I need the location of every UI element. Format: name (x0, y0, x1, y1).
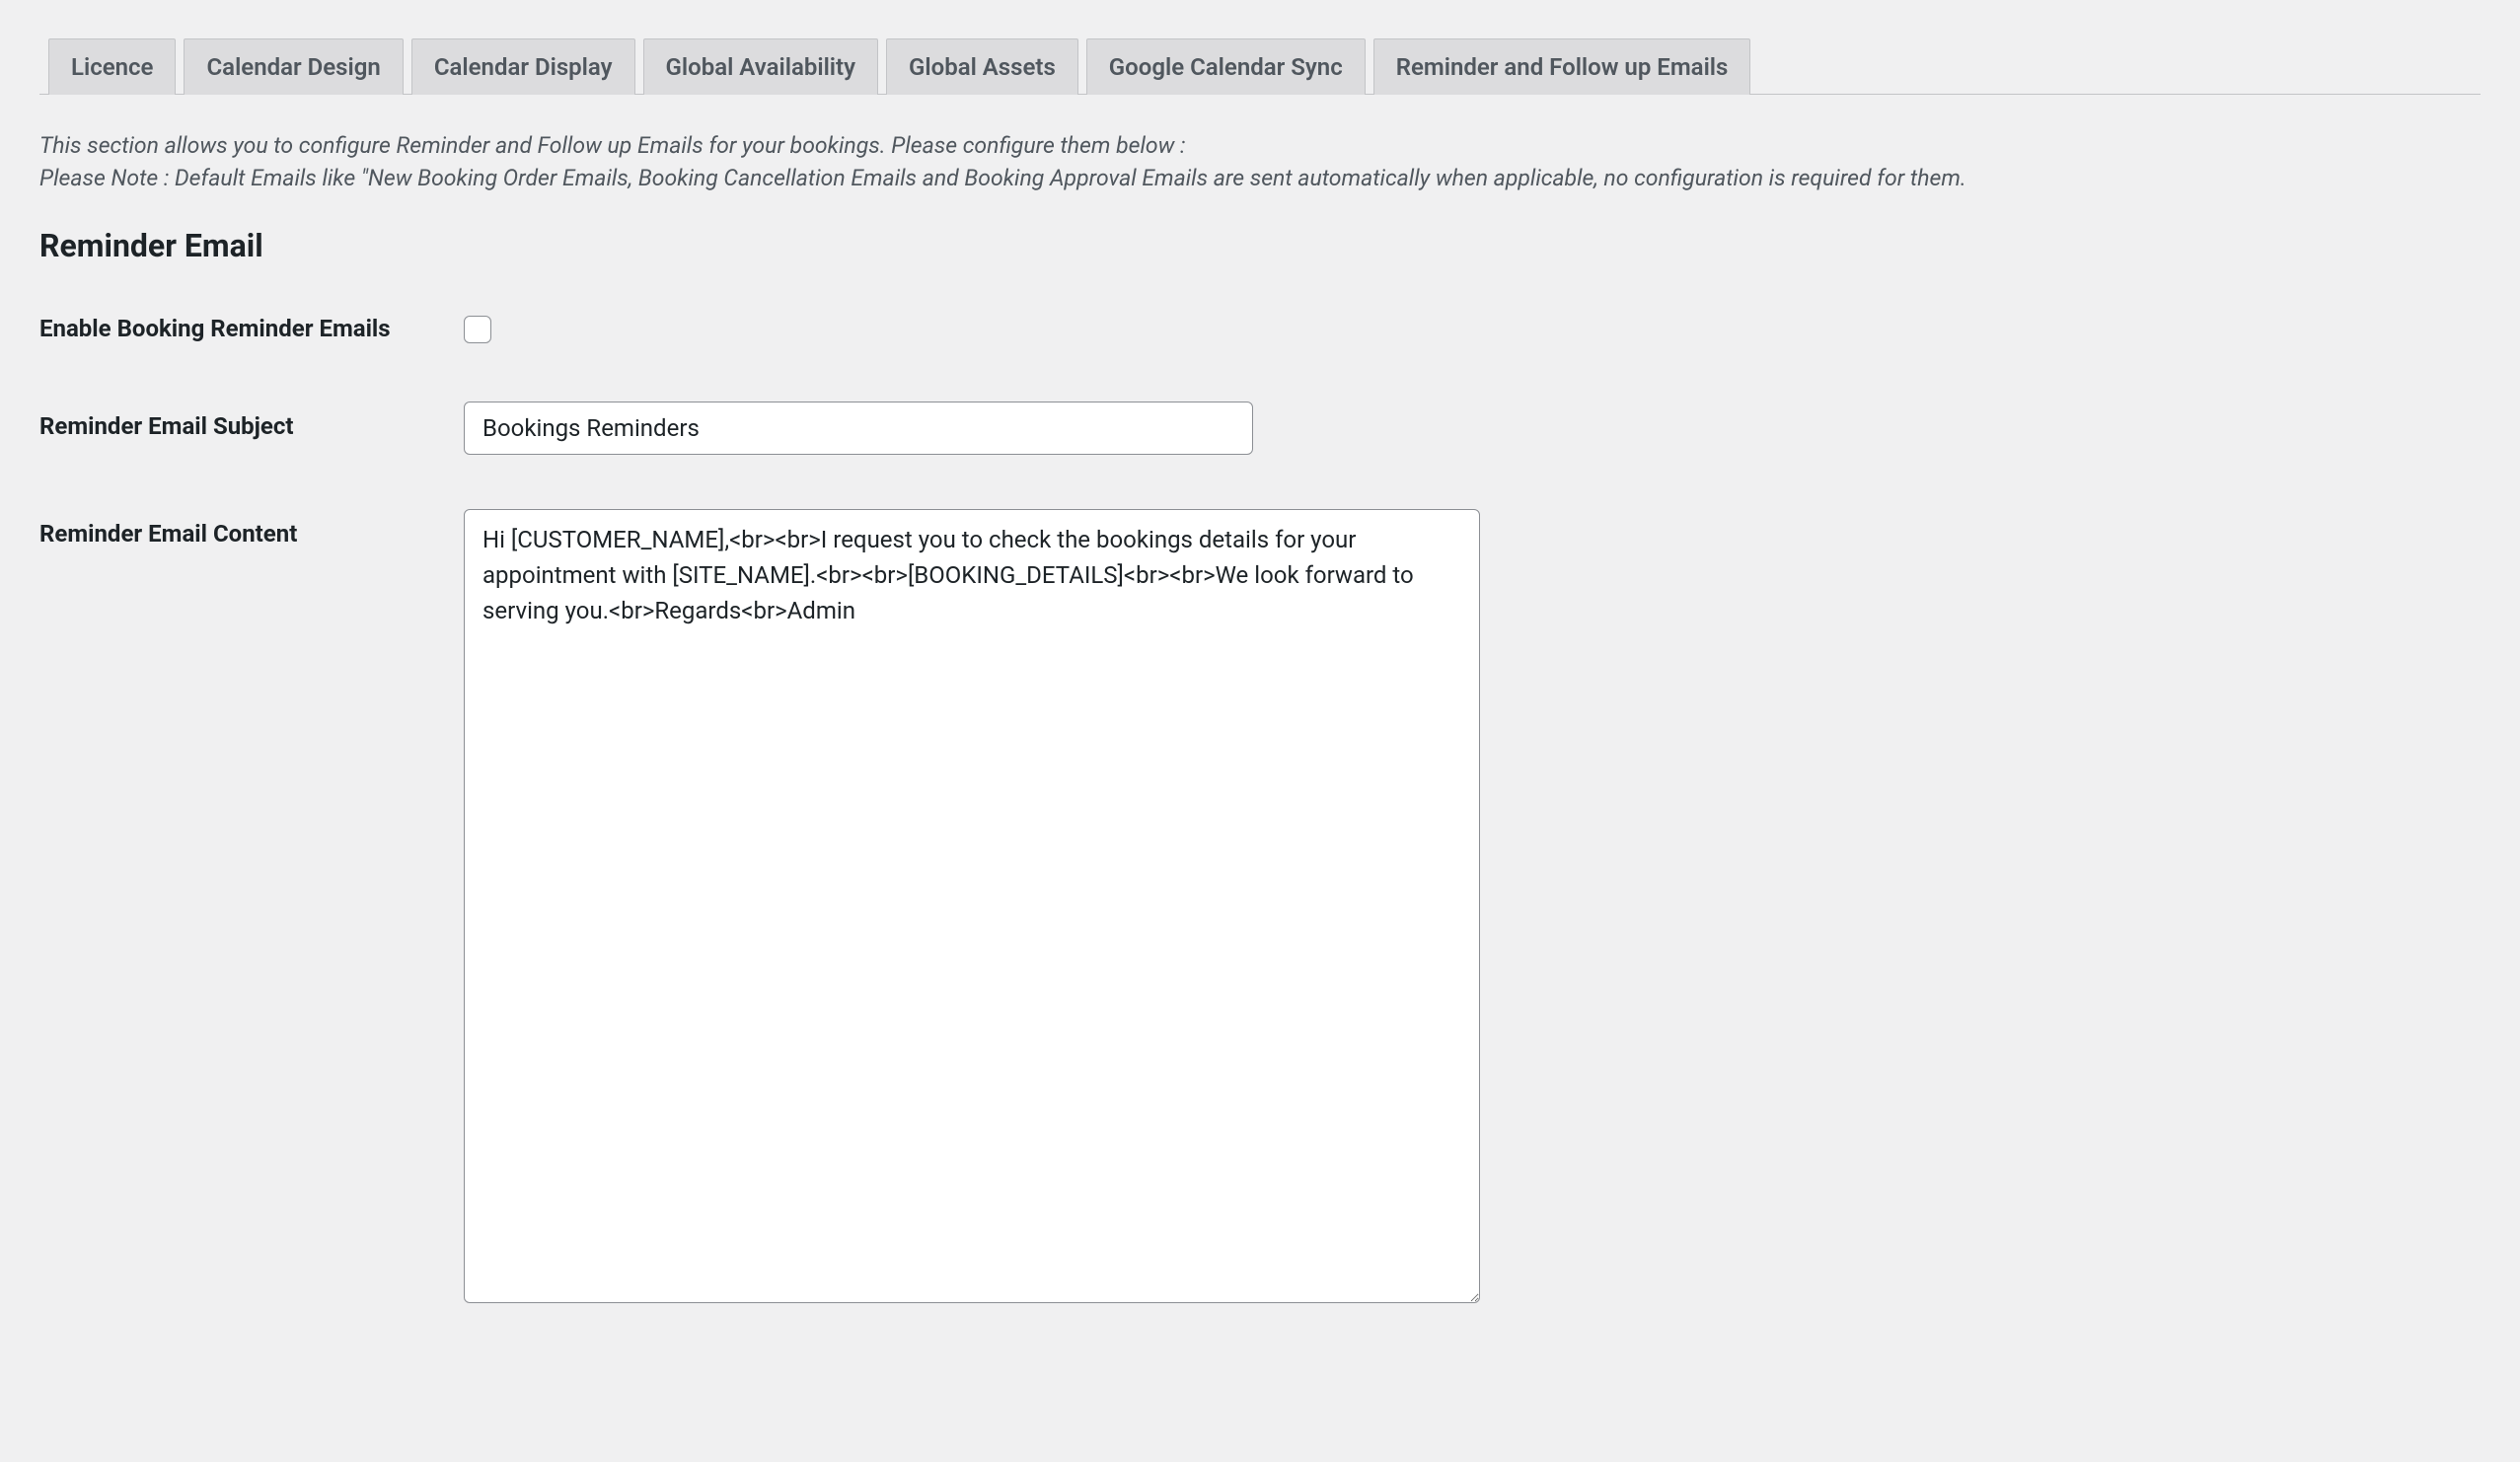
tab-licence[interactable]: Licence (48, 38, 176, 95)
tab-reminder-followup-emails[interactable]: Reminder and Follow up Emails (1373, 38, 1751, 95)
tab-calendar-display[interactable]: Calendar Display (411, 38, 635, 95)
label-enable-reminder: Enable Booking Reminder Emails (39, 304, 464, 344)
tab-google-calendar-sync[interactable]: Google Calendar Sync (1086, 38, 1366, 95)
tab-global-availability[interactable]: Global Availability (643, 38, 878, 95)
row-enable-reminder: Enable Booking Reminder Emails (39, 304, 2481, 347)
row-reminder-subject: Reminder Email Subject (39, 402, 2481, 455)
section-title: Reminder Email (39, 227, 2481, 264)
input-reminder-subject[interactable] (464, 402, 1253, 455)
description-line-2: Please Note : Default Emails like "New B… (39, 162, 2481, 194)
description-line-1: This section allows you to configure Rem… (39, 129, 2481, 162)
section-description: This section allows you to configure Rem… (39, 129, 2481, 195)
tab-global-assets[interactable]: Global Assets (886, 38, 1078, 95)
row-reminder-content: Reminder Email Content (39, 509, 2481, 1307)
label-reminder-content: Reminder Email Content (39, 509, 464, 549)
tabs-navigation: Licence Calendar Design Calendar Display… (39, 0, 2481, 95)
checkbox-enable-reminder[interactable] (464, 316, 491, 343)
settings-form: Enable Booking Reminder Emails Reminder … (39, 304, 2481, 1307)
label-reminder-subject: Reminder Email Subject (39, 402, 464, 442)
textarea-reminder-content[interactable] (464, 509, 1480, 1303)
tab-calendar-design[interactable]: Calendar Design (184, 38, 403, 95)
